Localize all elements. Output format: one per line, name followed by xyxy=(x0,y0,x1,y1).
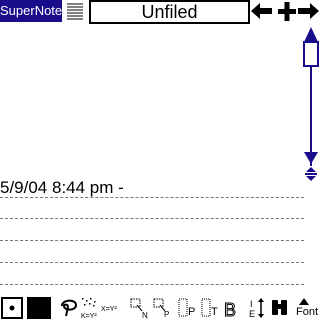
dot-tool-icon[interactable] xyxy=(1,297,23,319)
bold-tool-icon[interactable]: B xyxy=(224,300,237,320)
note-line[interactable] xyxy=(0,240,304,241)
note-line[interactable] xyxy=(0,262,304,263)
svg-text:P: P xyxy=(188,306,195,318)
find-binoculars-icon[interactable] xyxy=(272,300,287,315)
lasso-icon[interactable] xyxy=(61,299,78,317)
list-view-icon[interactable] xyxy=(66,2,84,20)
arrow-right-icon[interactable] xyxy=(298,3,319,19)
category-selector[interactable]: Unfiled xyxy=(89,0,250,24)
pattern-t-icon[interactable]: T xyxy=(201,298,218,318)
app-title-button[interactable]: SuperNote xyxy=(0,0,62,22)
svg-text:N: N xyxy=(142,311,148,320)
scroll-up-icon[interactable] xyxy=(302,26,320,68)
svg-text:P: P xyxy=(164,310,169,319)
rect-select-n-icon[interactable]: N xyxy=(130,298,148,320)
svg-text:B: B xyxy=(224,300,236,320)
fill-black-icon[interactable] xyxy=(27,297,51,319)
bottom-toolbar: K=Y² X=Y² N P P T B I E xyxy=(1,297,309,320)
arrow-left-icon[interactable] xyxy=(251,3,272,19)
svg-text:K=Y²: K=Y² xyxy=(81,313,97,320)
svg-text:T: T xyxy=(211,306,218,318)
text-dir-icon[interactable]: I E xyxy=(249,298,264,319)
rect-select-p-icon[interactable]: P xyxy=(153,298,169,319)
font-label[interactable]: Font xyxy=(296,305,318,319)
svg-text:I: I xyxy=(250,299,253,309)
note-timestamp[interactable]: 5/9/04 8:44 pm - xyxy=(0,178,124,198)
scatter-xy-icon[interactable]: K=Y² xyxy=(81,298,97,320)
font-triangle-icon[interactable] xyxy=(299,298,309,305)
note-line[interactable] xyxy=(0,284,304,285)
svg-text:E: E xyxy=(249,309,255,319)
svg-text:X=Y²: X=Y² xyxy=(101,306,117,313)
plus-icon[interactable] xyxy=(278,2,296,21)
note-line[interactable] xyxy=(0,197,304,198)
nav-controls xyxy=(251,2,319,21)
pattern-p-icon[interactable]: P xyxy=(178,298,195,318)
note-line[interactable] xyxy=(0,218,304,219)
equation-icon[interactable]: X=Y² xyxy=(101,306,117,313)
scroll-split-icon[interactable] xyxy=(303,166,319,182)
